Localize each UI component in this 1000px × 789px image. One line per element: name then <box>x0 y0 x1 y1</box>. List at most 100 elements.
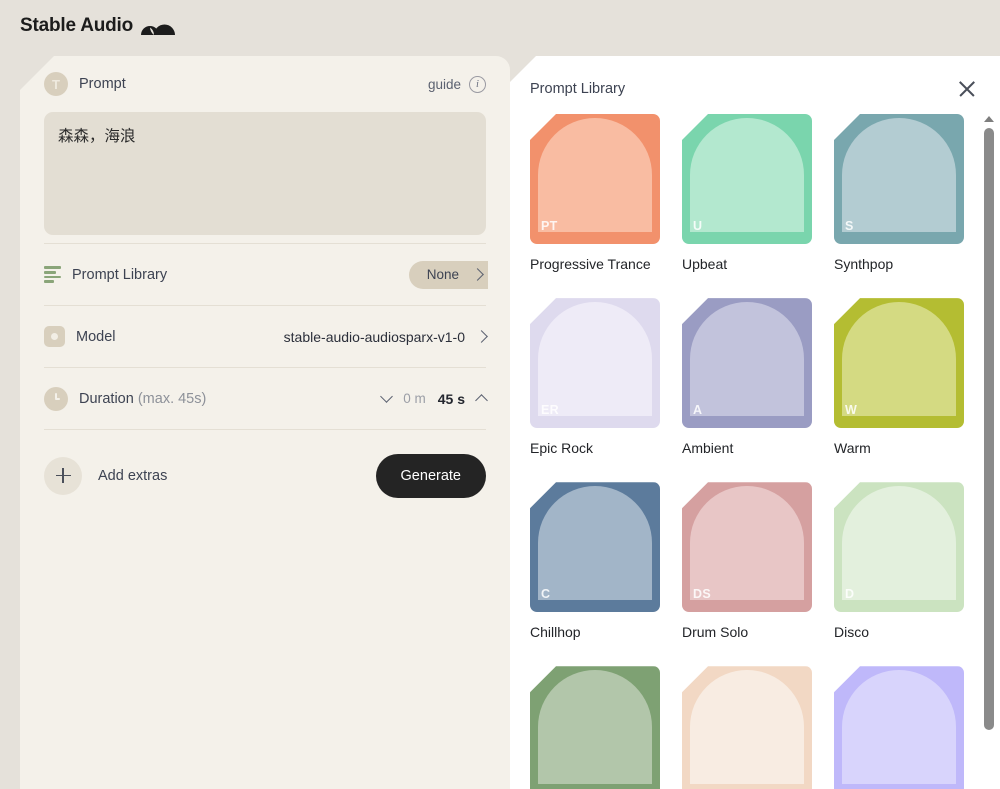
duration-seconds-value: 45 s <box>437 390 465 407</box>
preset-arc-shape <box>690 486 804 601</box>
add-extras-label: Add extras <box>98 467 168 484</box>
preset-arc-shape <box>690 118 804 232</box>
preset-card[interactable]: D Disco <box>834 482 964 644</box>
prompt-library-value-pill[interactable]: None <box>408 260 488 289</box>
brand-logo[interactable]: Stable Audio <box>20 15 176 37</box>
preset-name: Chillhop <box>530 624 581 641</box>
preset-card[interactable]: ER Epic Rock <box>530 298 660 460</box>
prompt-label: Prompt <box>79 76 126 92</box>
preset-artwork: D <box>834 482 964 613</box>
generate-button[interactable]: Generate <box>375 453 486 498</box>
scroll-up-arrow-icon[interactable] <box>984 116 994 122</box>
preset-artwork <box>530 666 660 789</box>
prompt-library-panel: Prompt Library PT Progressive Trance U Upbe… <box>510 56 1000 789</box>
prompt-library-row-left: Prompt Library <box>44 266 168 283</box>
preset-name: Drum Solo <box>682 624 749 641</box>
preset-initials: A <box>693 403 703 418</box>
preset-name: Upbeat <box>682 256 728 272</box>
preset-card[interactable] <box>834 666 964 789</box>
preset-artwork: DS <box>682 482 812 613</box>
preset-artwork: W <box>834 298 964 429</box>
preset-grid: PT Progressive Trance U Upbeat S Synthpop ER Ep… <box>510 114 1000 789</box>
preset-initials: PT <box>541 219 558 233</box>
duration-label-suffix: (max. 45s) <box>137 390 207 407</box>
preset-card[interactable] <box>682 666 812 789</box>
model-row[interactable]: Model stable-audio-audiosparx-v1-0 <box>44 305 488 367</box>
preset-arc-shape <box>538 118 652 232</box>
duration-row-left: Duration (max. 45s) <box>44 386 207 411</box>
preset-name: Synthpop <box>834 256 894 272</box>
model-row-label: Model <box>76 328 116 345</box>
prompt-header-left: T Prompt <box>44 72 126 96</box>
preset-name: Epic Rock <box>530 440 594 457</box>
preset-arc-shape <box>842 302 956 417</box>
preset-arc-shape <box>690 302 804 417</box>
preset-initials: ER <box>541 403 559 418</box>
duration-stepper[interactable]: 0 m 45 s <box>380 390 488 407</box>
preset-arc-shape <box>538 302 652 417</box>
preset-card[interactable]: W Warm <box>834 298 964 460</box>
composer-panel: T Prompt guide i Prompt Library None Mod… <box>20 56 510 789</box>
preset-artwork: C <box>530 482 660 613</box>
preset-artwork <box>834 666 964 789</box>
app-header: Stable Audio <box>0 0 1000 52</box>
preset-initials: W <box>845 403 858 418</box>
preset-initials: DS <box>693 587 711 602</box>
clock-icon <box>44 386 68 411</box>
preset-initials: S <box>845 219 854 233</box>
preset-name: Disco <box>834 624 870 641</box>
preset-name: Progressive Trance <box>530 256 651 272</box>
preset-card[interactable]: PT Progressive Trance <box>530 114 660 276</box>
prompt-library-panel-title: Prompt Library <box>530 81 626 97</box>
preset-card[interactable] <box>530 666 660 789</box>
prompt-library-value: None <box>426 267 459 282</box>
preset-arc-shape <box>538 486 652 601</box>
duration-minutes-value: 0 m <box>403 391 426 406</box>
preset-arc-shape <box>842 486 956 601</box>
preset-artwork: PT <box>530 114 660 244</box>
preset-card[interactable]: A Ambient <box>682 298 812 460</box>
add-extras-button[interactable]: Add extras <box>44 456 168 495</box>
prompt-library-row[interactable]: Prompt Library None <box>44 243 488 305</box>
preset-name: Ambient <box>682 440 734 457</box>
preset-card[interactable]: C Chillhop <box>530 482 660 644</box>
preset-initials: D <box>845 587 855 602</box>
chevron-right-icon <box>475 330 488 343</box>
chevron-up-icon[interactable] <box>475 394 488 407</box>
info-circle-icon[interactable]: i <box>469 75 486 93</box>
scrollbar-thumb[interactable] <box>984 128 994 730</box>
library-scrollbar[interactable] <box>982 114 996 789</box>
prompt-header-right: guide i <box>428 75 486 93</box>
preset-arc-shape <box>842 670 956 785</box>
prompt-input[interactable] <box>44 112 486 235</box>
duration-label-text: Duration <box>79 390 134 407</box>
preset-artwork <box>682 666 812 789</box>
brand-name: Stable Audio <box>20 15 134 36</box>
model-row-right[interactable]: stable-audio-audiosparx-v1-0 <box>283 328 488 345</box>
text-type-icon-letter: T <box>52 76 60 92</box>
prompt-header: T Prompt guide i <box>20 56 510 108</box>
preset-artwork: A <box>682 298 812 429</box>
chevron-down-icon[interactable] <box>380 390 394 403</box>
chevron-right-icon <box>471 268 484 281</box>
duration-row: Duration (max. 45s) 0 m 45 s <box>44 367 488 429</box>
model-value: stable-audio-audiosparx-v1-0 <box>283 328 465 345</box>
extras-row: Add extras Generate <box>44 429 486 521</box>
list-lines-icon <box>44 266 61 283</box>
model-row-left: Model <box>44 326 116 347</box>
text-type-icon: T <box>44 72 68 96</box>
close-icon[interactable] <box>956 78 978 100</box>
preset-card[interactable]: DS Drum Solo <box>682 482 812 644</box>
preset-artwork: U <box>682 114 812 244</box>
preset-card[interactable]: S Synthpop <box>834 114 964 276</box>
preset-artwork: ER <box>530 298 660 429</box>
prompt-library-row-label: Prompt Library <box>72 266 168 283</box>
preset-initials: U <box>693 219 703 233</box>
preset-arc-shape <box>690 670 804 785</box>
preset-card[interactable]: U Upbeat <box>682 114 812 276</box>
preset-artwork: S <box>834 114 964 244</box>
prompt-library-panel-header: Prompt Library <box>510 56 1000 114</box>
preset-name: Warm <box>834 440 871 457</box>
preset-initials: C <box>541 587 551 602</box>
guide-link[interactable]: guide <box>428 77 461 92</box>
